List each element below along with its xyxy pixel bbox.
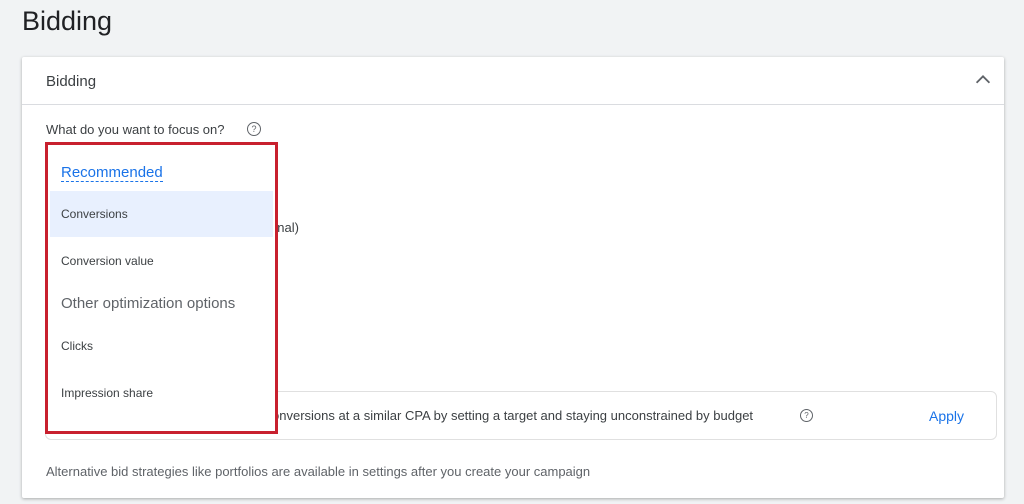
footer-note: Alternative bid strategies like portfoli… — [46, 464, 591, 479]
focus-question: What do you want to focus on? — [46, 122, 225, 137]
group-label-recommended: Recommended — [61, 164, 163, 182]
chevron-up-icon[interactable] — [972, 69, 994, 91]
card-header[interactable]: Bidding — [22, 57, 1004, 105]
menu-item-clicks[interactable]: Clicks — [50, 323, 273, 369]
apply-button[interactable]: Apply — [929, 408, 964, 424]
suggestion-text: onversions at a similar CPA by setting a… — [272, 408, 754, 423]
menu-item-conversions[interactable]: Conversions — [50, 191, 273, 237]
page-title: Bidding — [22, 6, 113, 36]
help-icon[interactable]: ? — [247, 122, 261, 136]
menu-item-impression-share[interactable]: Impression share — [50, 370, 273, 416]
group-label-other: Other optimization options — [61, 295, 236, 312]
card-title: Bidding — [46, 73, 97, 90]
menu-item-conversion-value[interactable]: Conversion value — [50, 238, 273, 284]
focus-dropdown-menu: Recommended Conversions Conversion value… — [45, 142, 278, 434]
help-icon[interactable]: ? — [800, 409, 813, 422]
